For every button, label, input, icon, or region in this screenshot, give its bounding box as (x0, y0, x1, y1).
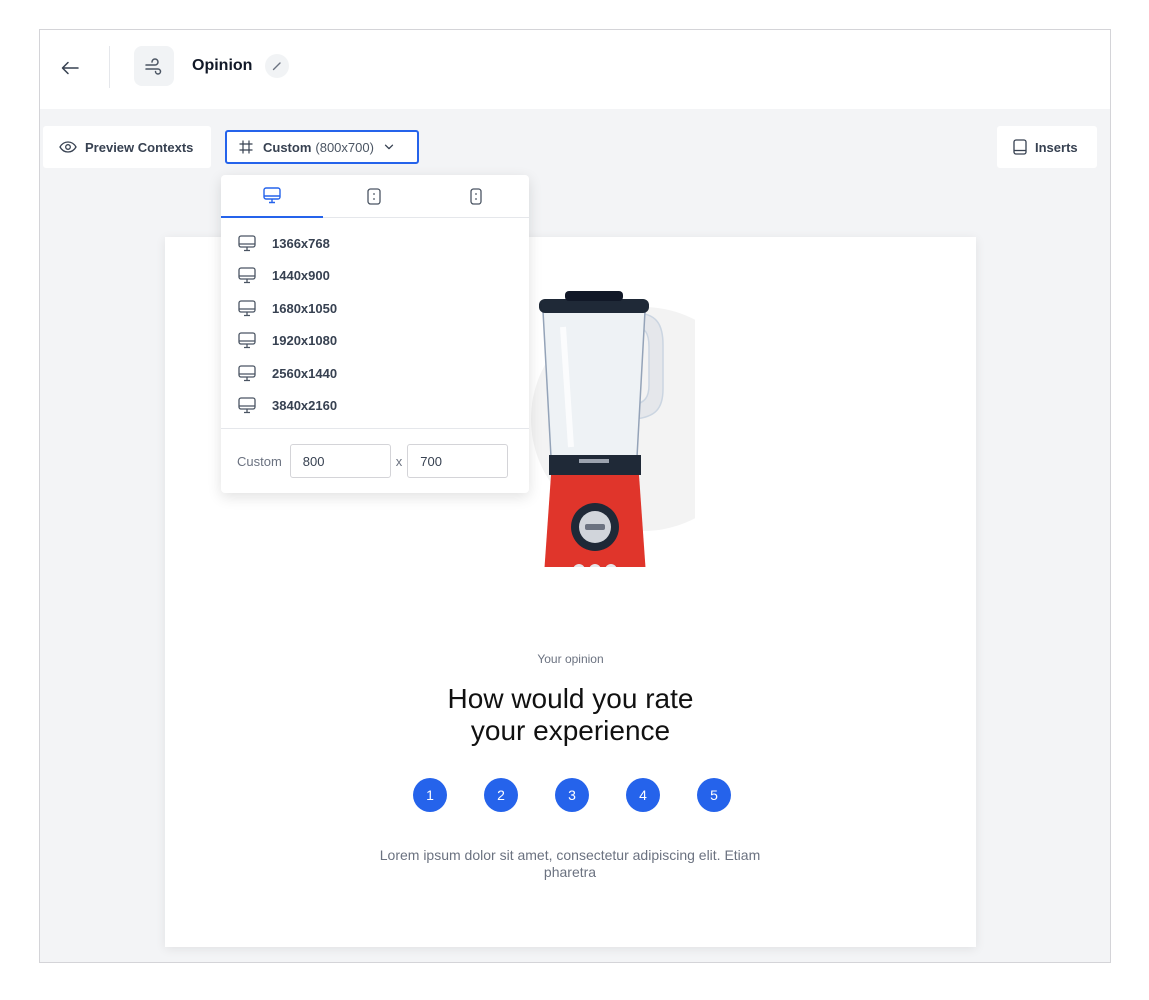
resolution-option[interactable]: 1920x1080 (221, 325, 529, 358)
back-button[interactable] (56, 54, 84, 82)
pencil-icon (272, 62, 281, 71)
monitor-icon (238, 267, 256, 284)
resolution-list: 1366x768 1440x900 1680x1050 1920x1080 25… (221, 227, 529, 422)
dimension-separator: x (395, 453, 403, 469)
inserts-button[interactable]: Inserts (997, 126, 1097, 168)
monitor-icon (238, 300, 256, 316)
viewport-label: Custom (263, 139, 312, 155)
tab-desktop[interactable] (221, 175, 323, 218)
rating-button-5[interactable]: 5 (697, 778, 731, 812)
viewport-dimensions: (800x700) (315, 139, 374, 155)
resolution-label: 1440x900 (272, 268, 330, 284)
resolution-label: 1366x768 (272, 235, 330, 251)
monitor-icon (238, 365, 256, 381)
rating-button-1[interactable]: 1 (413, 778, 447, 812)
edit-title-button[interactable] (265, 54, 289, 78)
editor-frame: Opinion Preview Contexts Custom (800x700… (39, 29, 1111, 963)
crop-frame-icon (239, 140, 253, 154)
rating-scale: 1 2 3 4 5 (413, 778, 743, 812)
monitor-icon (238, 235, 256, 251)
resolution-option[interactable]: 2560x1440 (221, 357, 529, 390)
inserts-label: Inserts (1035, 139, 1078, 155)
resolution-label: 2560x1440 (272, 365, 338, 381)
monitor-icon (263, 187, 281, 204)
arrow-left-icon (61, 61, 79, 75)
monitor-icon (238, 397, 256, 414)
resolution-option[interactable]: 1366x768 (221, 227, 529, 260)
rating-button-2[interactable]: 2 (484, 778, 518, 812)
custom-height-input[interactable] (407, 444, 509, 478)
resolution-label: 1920x1080 (272, 333, 338, 349)
resolution-option[interactable]: 3840x2160 (221, 390, 529, 423)
resolution-label: 3840x2160 (272, 398, 338, 414)
body-text: Lorem ipsum dolor sit amet, consectetur … (379, 847, 761, 880)
top-bar: Opinion (40, 30, 1110, 109)
eyebrow-text: Your opinion (537, 652, 604, 666)
custom-size-row: Custom x (237, 444, 509, 478)
divider (221, 428, 529, 429)
eye-icon (59, 141, 77, 153)
monitor-icon (238, 332, 256, 349)
custom-width-input[interactable] (289, 444, 391, 478)
divider (109, 46, 110, 88)
resolution-label: 1680x1050 (272, 300, 338, 316)
tab-tablet[interactable] (323, 175, 425, 218)
resolution-option[interactable]: 1680x1050 (221, 292, 529, 325)
wind-icon (145, 58, 162, 75)
chevron-down-icon (384, 144, 394, 150)
device-tabs (221, 175, 529, 218)
preview-contexts-button[interactable]: Preview Contexts (43, 126, 211, 168)
tab-mobile[interactable] (425, 175, 527, 218)
viewport-dropdown: 1366x768 1440x900 1680x1050 1920x1080 25… (221, 175, 529, 493)
page-title: Opinion (192, 57, 253, 74)
rating-button-4[interactable]: 4 (626, 778, 660, 812)
headline-line: How would you rate (447, 683, 694, 714)
viewport-size-select[interactable]: Custom (800x700) (225, 130, 419, 164)
app-icon-tile (134, 46, 174, 86)
mobile-icon (470, 188, 482, 205)
preview-contexts-label: Preview Contexts (85, 139, 194, 155)
tablet-icon (1013, 139, 1027, 155)
headline: How would you rate your experience (165, 683, 976, 747)
custom-size-label: Custom (237, 453, 282, 469)
headline-line: your experience (470, 715, 671, 746)
resolution-option[interactable]: 1440x900 (221, 260, 529, 293)
tablet-icon (367, 188, 381, 205)
rating-button-3[interactable]: 3 (555, 778, 589, 812)
